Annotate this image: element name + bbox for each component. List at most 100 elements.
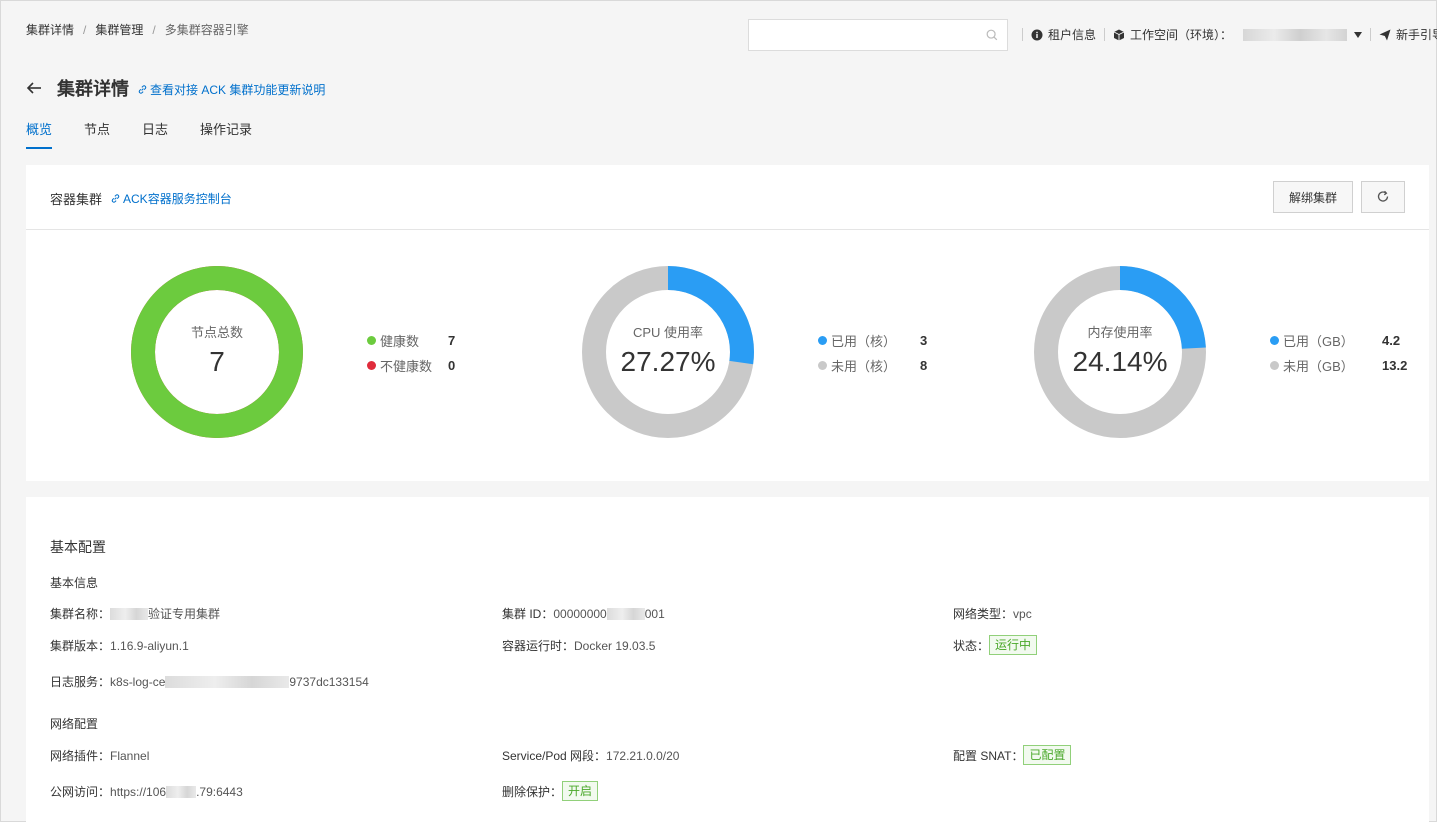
cpu-legend: 已用（核） 3 未用（核） 8 <box>818 328 927 378</box>
network-plugin-field: 网络插件： Flannel <box>50 747 149 764</box>
network-type-label: 网络类型： <box>953 607 1014 621</box>
cluster-name-value: 验证专用集群 <box>148 607 221 621</box>
snat-field: 配置 SNAT： 已配置 <box>953 745 1072 765</box>
refresh-button[interactable] <box>1361 181 1405 213</box>
cluster-id-label: 集群 ID： <box>502 607 554 621</box>
top-actions: 租户信息 工作空间（环境）： 新手引导 <box>1014 26 1437 43</box>
log-service-label: 日志服务： <box>50 675 111 689</box>
container-cluster-title: 容器集群 <box>50 192 103 207</box>
cluster-version-value: 1.16.9-aliyun.1 <box>110 638 189 653</box>
public-access-label: 公网访问： <box>50 785 111 799</box>
unused-dot <box>1270 361 1279 370</box>
service-pod-value: 172.21.0.0/20 <box>606 748 680 763</box>
breadcrumb-item-cluster-detail[interactable]: 集群详情 <box>26 21 74 38</box>
workspace-selector[interactable]: 工作空间（环境）： <box>1113 26 1363 43</box>
network-type-field: 网络类型： vpc <box>953 605 1032 622</box>
network-plugin-value: Flannel <box>110 748 150 763</box>
cluster-version-field: 集群版本： 1.16.9-aliyun.1 <box>50 637 189 654</box>
refresh-icon <box>1377 190 1389 202</box>
chevron-down-icon <box>1354 31 1363 38</box>
tenant-info-button[interactable]: 租户信息 <box>1031 26 1096 43</box>
unhealthy-value: 0 <box>448 358 456 373</box>
cluster-id-field: 集群 ID： 00000000 001 <box>502 605 665 622</box>
breadcrumb-item-cluster-manage[interactable]: 集群管理 <box>95 21 143 38</box>
legend-item-memory-used: 已用（GB） 4.2 <box>1270 328 1400 353</box>
workspace-value-redacted <box>1243 28 1348 41</box>
arrow-left-icon[interactable] <box>26 80 42 96</box>
used-dot <box>1270 336 1279 345</box>
memory-used-value: 4.2 <box>1382 333 1401 348</box>
healthy-label: 健康数 <box>380 334 420 349</box>
ack-update-notes-link[interactable]: 查看对接 ACK 集群功能更新说明 <box>137 81 325 98</box>
tab-nodes[interactable]: 节点 <box>84 119 110 149</box>
network-config-title: 网络配置 <box>50 717 99 731</box>
status-field: 状态： 运行中 <box>953 635 1038 655</box>
search-box <box>748 19 1008 51</box>
cluster-id-prefix: 00000000 <box>553 606 607 621</box>
cpu-unused-label: 未用（核） <box>831 359 897 374</box>
healthy-value: 7 <box>448 333 456 348</box>
cpu-usage-value: 27.27% <box>620 346 716 377</box>
memory-legend: 已用（GB） 4.2 未用（GB） 13.2 <box>1270 328 1407 378</box>
memory-unused-value: 13.2 <box>1382 358 1408 373</box>
tab-logs[interactable]: 日志 <box>142 119 168 149</box>
public-access-suffix: .79:6443 <box>196 784 243 799</box>
breadcrumb-item-engine: 多集群容器引擎 <box>164 23 249 37</box>
guide-button[interactable]: 新手引导 <box>1379 26 1437 43</box>
cube-icon <box>1113 29 1125 40</box>
cpu-usage-label: CPU 使用率 <box>632 325 704 340</box>
log-service-redacted <box>165 675 290 688</box>
tab-overview[interactable]: 概览 <box>26 119 53 149</box>
card-header: 容器集群 ACK容器服务控制台 解绑集群 <box>26 165 1429 230</box>
log-service-suffix: 9737dc133154 <box>289 674 369 689</box>
top-bar: 集群详情 / 集群管理 / 多集群容器引擎 租户信息 工作空间（环境）： 新手引 <box>1 1 1437 65</box>
card-title: 容器集群 ACK容器服务控制台 <box>50 189 232 208</box>
status-badge: 运行中 <box>989 635 1038 655</box>
log-service-field: 日志服务： k8s-log-ce 9737dc133154 <box>50 673 369 690</box>
workspace-label: 工作空间（环境）： <box>1130 28 1233 42</box>
memory-usage-value: 24.14% <box>1072 346 1168 377</box>
nodes-donut: 节点总数 7 <box>131 266 303 438</box>
legend-item-memory-unused: 未用（GB） 13.2 <box>1270 353 1407 378</box>
public-access-redacted <box>166 785 197 798</box>
nodes-total-value: 7 <box>209 346 225 377</box>
healthy-dot <box>367 336 376 345</box>
cpu-unused-value: 8 <box>920 358 928 373</box>
search-icon[interactable] <box>985 28 999 42</box>
unused-dot <box>818 361 827 370</box>
network-type-value: vpc <box>1013 606 1032 621</box>
guide-label: 新手引导 <box>1396 28 1437 42</box>
ack-console-label: ACK容器服务控制台 <box>123 192 232 206</box>
cluster-id-suffix: 001 <box>644 606 665 621</box>
nodes-total-label: 节点总数 <box>190 325 243 340</box>
unbind-cluster-button[interactable]: 解绑集群 <box>1273 181 1353 213</box>
memory-donut: 内存使用率 24.14% <box>1034 266 1206 438</box>
public-access-prefix: https://106 <box>110 784 167 799</box>
cpu-used-value: 3 <box>920 333 928 348</box>
tab-operation-records[interactable]: 操作记录 <box>200 119 252 149</box>
snat-badge: 已配置 <box>1023 745 1072 765</box>
delete-protection-field: 删除保护： 开启 <box>502 781 599 801</box>
divider <box>1022 28 1023 41</box>
runtime-field: 容器运行时： Docker 19.03.5 <box>502 637 655 654</box>
runtime-value: Docker 19.03.5 <box>574 638 656 653</box>
legend-item-healthy: 健康数 7 <box>367 328 455 353</box>
legend-item-unhealthy: 不健康数 0 <box>367 353 455 378</box>
cluster-name-field: 集群名称： 验证专用集群 <box>50 605 220 622</box>
service-pod-label: Service/Pod 网段： <box>502 749 607 763</box>
tab-bar: 概览 节点 日志 操作记录 <box>26 119 252 149</box>
ack-console-link[interactable]: ACK容器服务控制台 <box>110 190 232 207</box>
delete-protection-badge: 开启 <box>562 781 599 801</box>
cpu-donut: CPU 使用率 27.27% <box>582 266 754 438</box>
search-input[interactable] <box>749 20 974 50</box>
info-icon <box>1031 29 1043 40</box>
breadcrumb-separator: / <box>152 22 156 37</box>
page-title: 集群详情 <box>57 79 129 99</box>
ack-update-notes-label: 查看对接 ACK 集群功能更新说明 <box>150 83 326 97</box>
basic-config-card: 基本配置 基本信息 集群名称： 验证专用集群 集群 ID： 00000000 0… <box>26 497 1429 822</box>
breadcrumb: 集群详情 / 集群管理 / 多集群容器引擎 <box>26 21 249 38</box>
cluster-name-label: 集群名称： <box>50 607 111 621</box>
cluster-id-redacted <box>606 607 645 620</box>
unhealthy-dot <box>367 361 376 370</box>
tenant-info-label: 租户信息 <box>1048 28 1097 42</box>
